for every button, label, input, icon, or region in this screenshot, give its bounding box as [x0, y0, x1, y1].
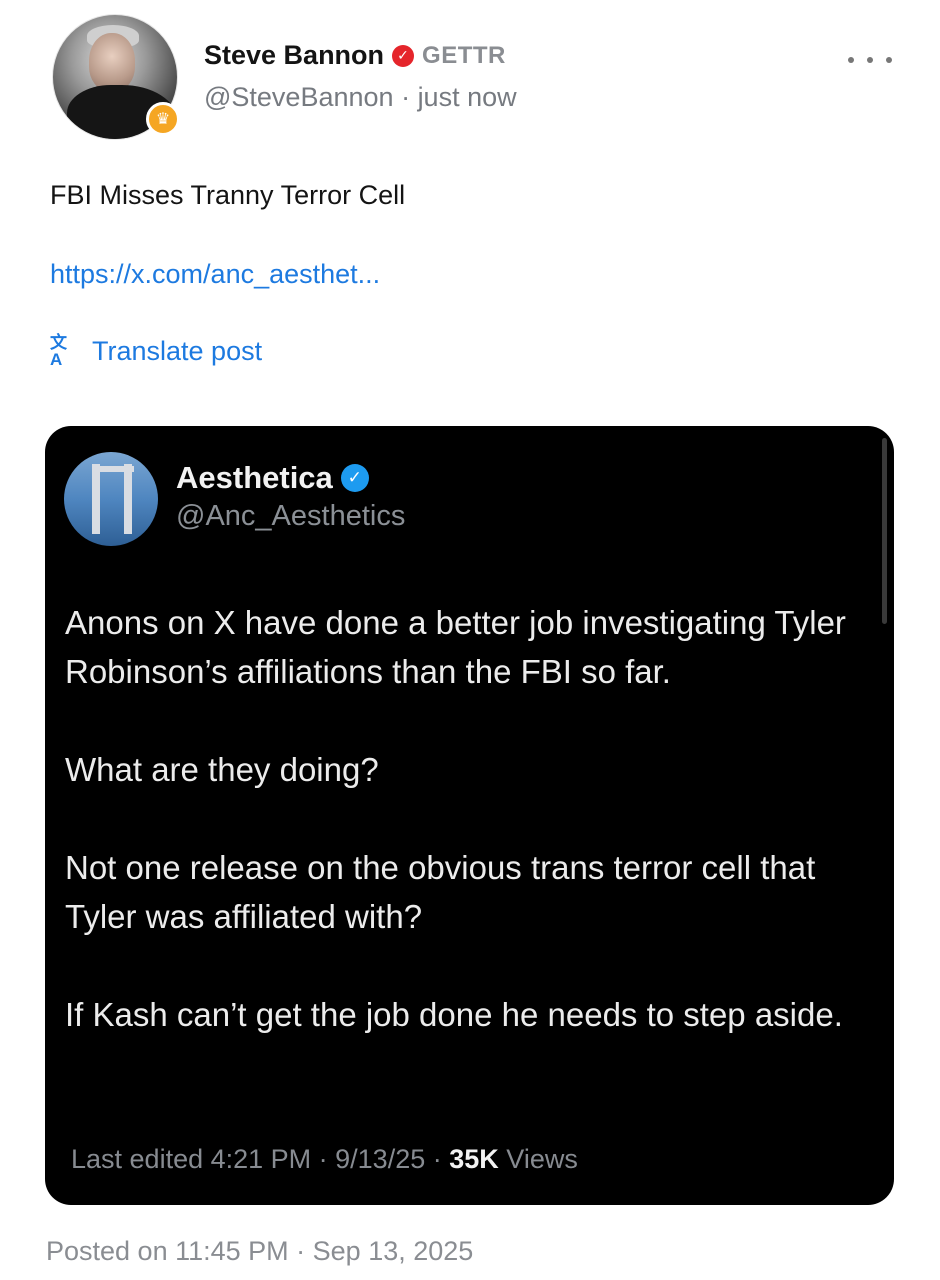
- views-label: Views: [506, 1144, 578, 1174]
- author-name[interactable]: Steve Bannon: [204, 40, 384, 71]
- author-handle[interactable]: @SteveBannon: [204, 82, 394, 112]
- meta-separator: ·: [432, 1144, 450, 1174]
- quoted-paragraph: What are they doing?: [65, 751, 379, 788]
- dot: [867, 57, 873, 63]
- posted-on-timestamp: Posted on 11:45 PM · Sep 13, 2025: [46, 1236, 474, 1266]
- quoted-author-handle[interactable]: @Anc_Aesthetics: [176, 500, 405, 533]
- verified-check-icon: ✓: [340, 464, 369, 492]
- quoted-paragraph: Not one release on the obvious trans ter…: [65, 849, 816, 935]
- handle-separator: ·: [401, 82, 418, 112]
- avatar-beam: [94, 466, 134, 472]
- quoted-paragraph: Anons on X have done a better job invest…: [65, 604, 846, 690]
- post-text: FBI Misses Tranny Terror Cell: [50, 180, 406, 210]
- author-name-row: Steve Bannon ✓ GETTR: [204, 40, 506, 71]
- crown-icon: ♛: [146, 102, 180, 136]
- quoted-post-body: Anons on X have done a better job invest…: [65, 598, 865, 1088]
- more-dots-icon[interactable]: [848, 52, 892, 68]
- platform-label: GETTR: [422, 41, 506, 69]
- views-count: 35K: [449, 1144, 499, 1174]
- author-handle-row: @SteveBannon · just now: [204, 82, 517, 113]
- quoted-meta: Last edited 4:21 PM · 9/13/25 · 35K View…: [71, 1144, 578, 1175]
- post-link[interactable]: https://x.com/anc_aesthet...: [50, 259, 380, 290]
- edited-timestamp[interactable]: Last edited 4:21 PM · 9/13/25: [71, 1144, 425, 1174]
- quoted-author-avatar[interactable]: [64, 452, 158, 546]
- translate-label: Translate post: [92, 335, 263, 366]
- scrollbar[interactable]: [882, 438, 887, 624]
- quoted-paragraph: If Kash can’t get the job done he needs …: [65, 996, 843, 1033]
- avatar-face: [89, 33, 135, 91]
- verified-check-icon: ✓: [392, 44, 415, 67]
- post-time: just now: [417, 82, 517, 112]
- dot: [848, 57, 854, 63]
- avatar-pillar: [92, 464, 100, 534]
- translate-post-button[interactable]: 文A Translate post: [50, 334, 262, 368]
- quoted-author-name[interactable]: Aesthetica: [176, 460, 333, 496]
- translate-icon: 文A: [50, 333, 67, 369]
- dot: [886, 57, 892, 63]
- quoted-author-name-row: Aesthetica ✓: [176, 460, 369, 496]
- avatar-pillar: [124, 464, 132, 534]
